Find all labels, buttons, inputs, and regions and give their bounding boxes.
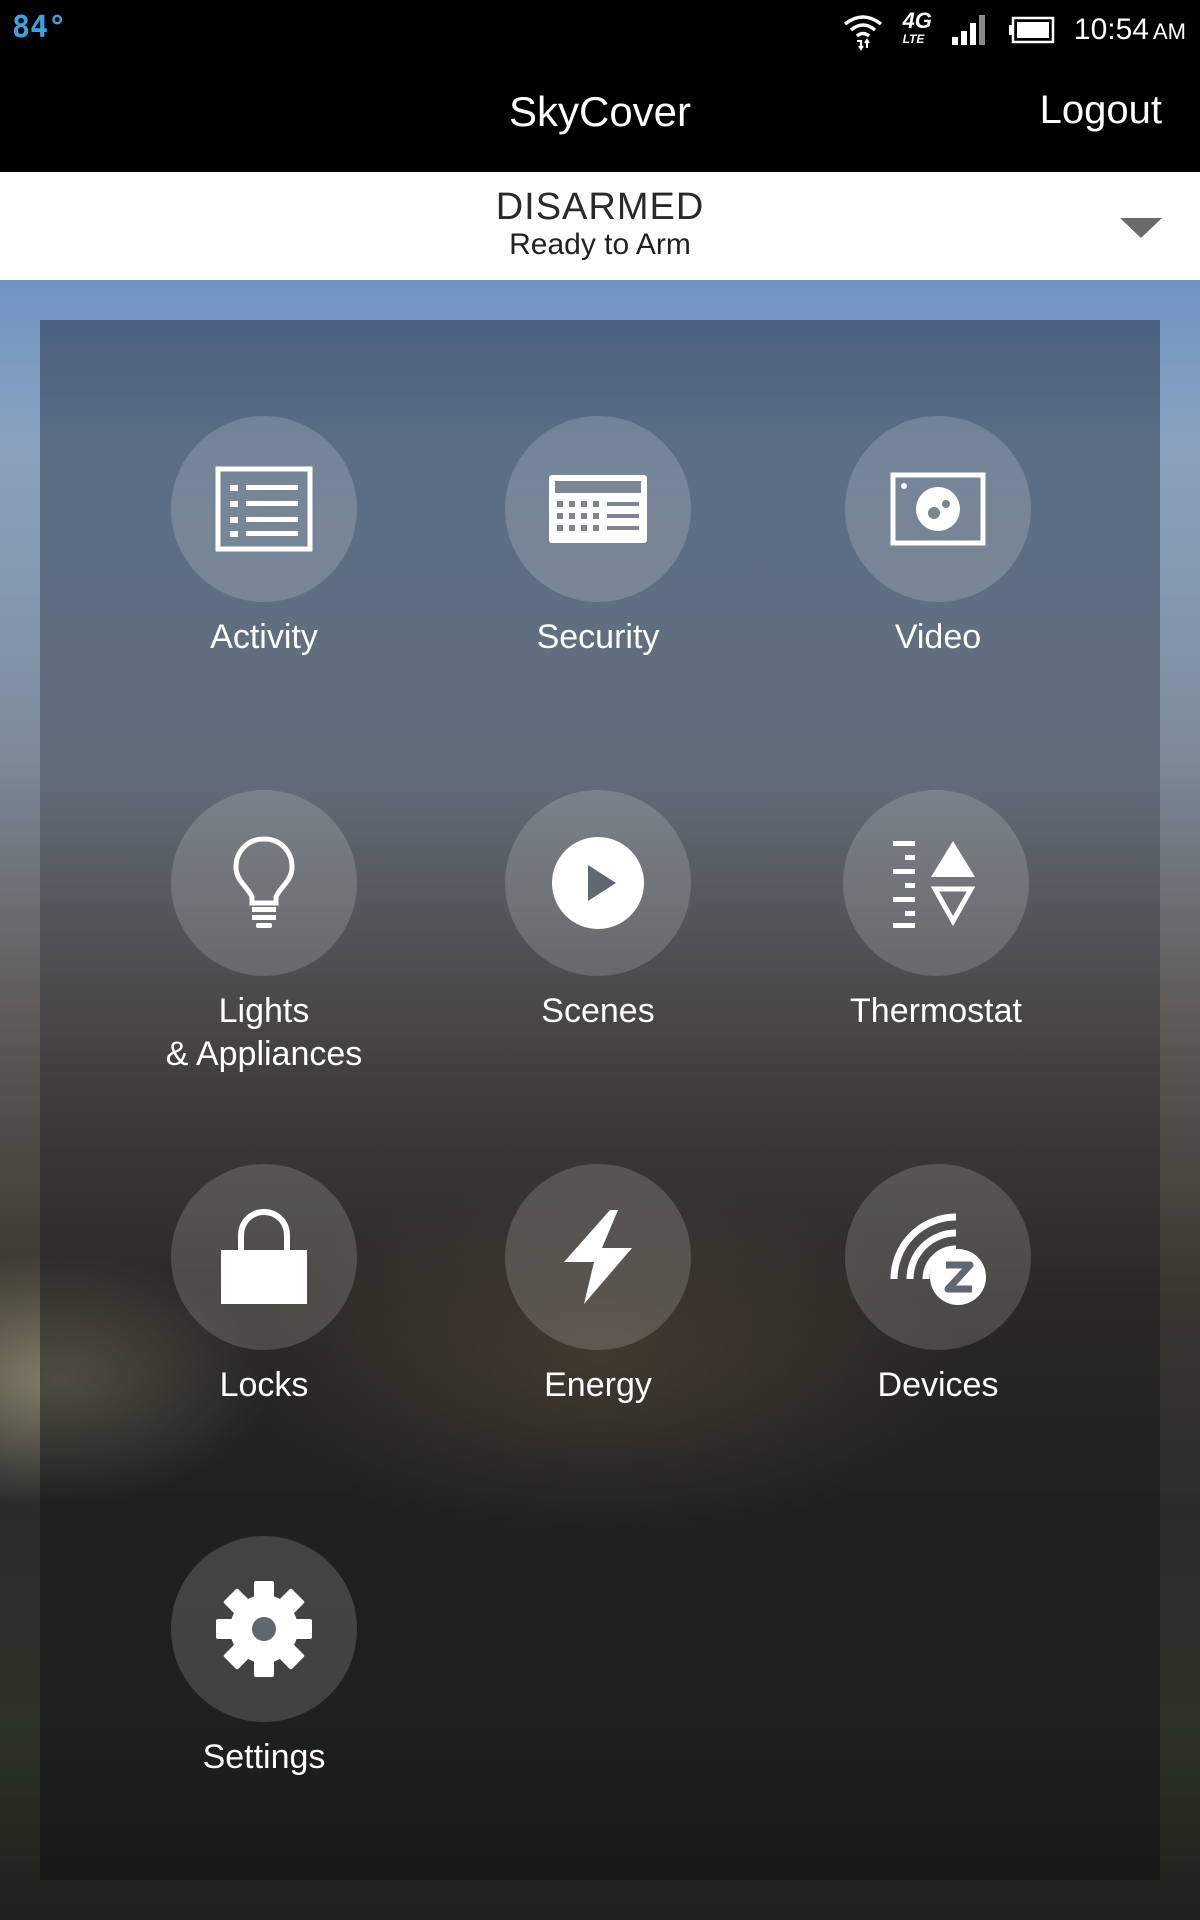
activity-list-icon (215, 466, 313, 552)
signal-strength-icon (951, 15, 985, 45)
battery-icon (1008, 16, 1055, 44)
tile-energy[interactable]: Energy (428, 1164, 768, 1407)
app-title: SkyCover (508, 88, 692, 135)
tile-circle (843, 790, 1029, 976)
tile-security[interactable]: Security (428, 416, 768, 659)
network-type-indicator: 4G LTE (902, 8, 932, 47)
play-icon (552, 837, 644, 929)
lock-icon (221, 1208, 307, 1304)
status-bar: 84° 4G LTE 10:54 AM (0, 0, 1200, 60)
lightbulb-icon (233, 836, 295, 928)
tile-circle (845, 416, 1031, 602)
security-keypad-icon (549, 475, 647, 543)
clock: 10:54 AM (1073, 13, 1186, 46)
arm-status-bar[interactable]: DISARMED Ready to Arm (0, 172, 1200, 280)
lightning-bolt-icon (564, 1210, 632, 1304)
zwave-devices-icon (890, 1213, 986, 1305)
tile-circle (171, 1164, 357, 1350)
tile-circle (505, 1164, 691, 1350)
arm-state: DISARMED (495, 186, 705, 228)
tile-label: Lights & Appliances (165, 992, 363, 1073)
tile-circle (505, 416, 691, 602)
tile-label: Video (894, 618, 982, 656)
tile-lights-appliances[interactable]: Lights & Appliances (94, 790, 434, 1076)
tile-label: Locks (219, 1366, 309, 1404)
tile-devices[interactable]: Devices (768, 1164, 1108, 1407)
arm-substate: Ready to Arm (509, 228, 691, 261)
temperature-indicator: 84° (12, 10, 67, 45)
tile-circle (845, 1164, 1031, 1350)
gear-icon (216, 1581, 312, 1677)
status-icons: 4G LTE 10:54 AM (841, 8, 1186, 52)
tile-thermostat[interactable]: Thermostat (766, 790, 1106, 1033)
tile-activity[interactable]: Activity (94, 416, 434, 659)
tile-scenes[interactable]: Scenes (428, 790, 768, 1033)
tile-settings[interactable]: Settings (94, 1536, 434, 1779)
thermostat-icon (893, 841, 976, 928)
tile-label: Security (536, 618, 660, 656)
tile-locks[interactable]: Locks (94, 1164, 434, 1407)
tile-label: Settings (202, 1738, 326, 1776)
tile-label: Energy (544, 1366, 652, 1404)
tile-circle (171, 790, 357, 976)
caret-down-icon[interactable] (1120, 218, 1162, 238)
app-header: SkyCover Logout (0, 60, 1200, 172)
wifi-icon (843, 15, 882, 51)
tile-label: Activity (210, 618, 318, 656)
tile-label: Thermostat (850, 992, 1022, 1030)
tile-circle (505, 790, 691, 976)
tile-circle (171, 1536, 357, 1722)
tile-video[interactable]: Video (768, 416, 1108, 659)
tile-label: Devices (877, 1366, 999, 1404)
tile-circle (171, 416, 357, 602)
video-camera-icon (890, 472, 986, 546)
logout-button[interactable]: Logout (1040, 88, 1162, 133)
tile-label: Scenes (541, 992, 655, 1030)
